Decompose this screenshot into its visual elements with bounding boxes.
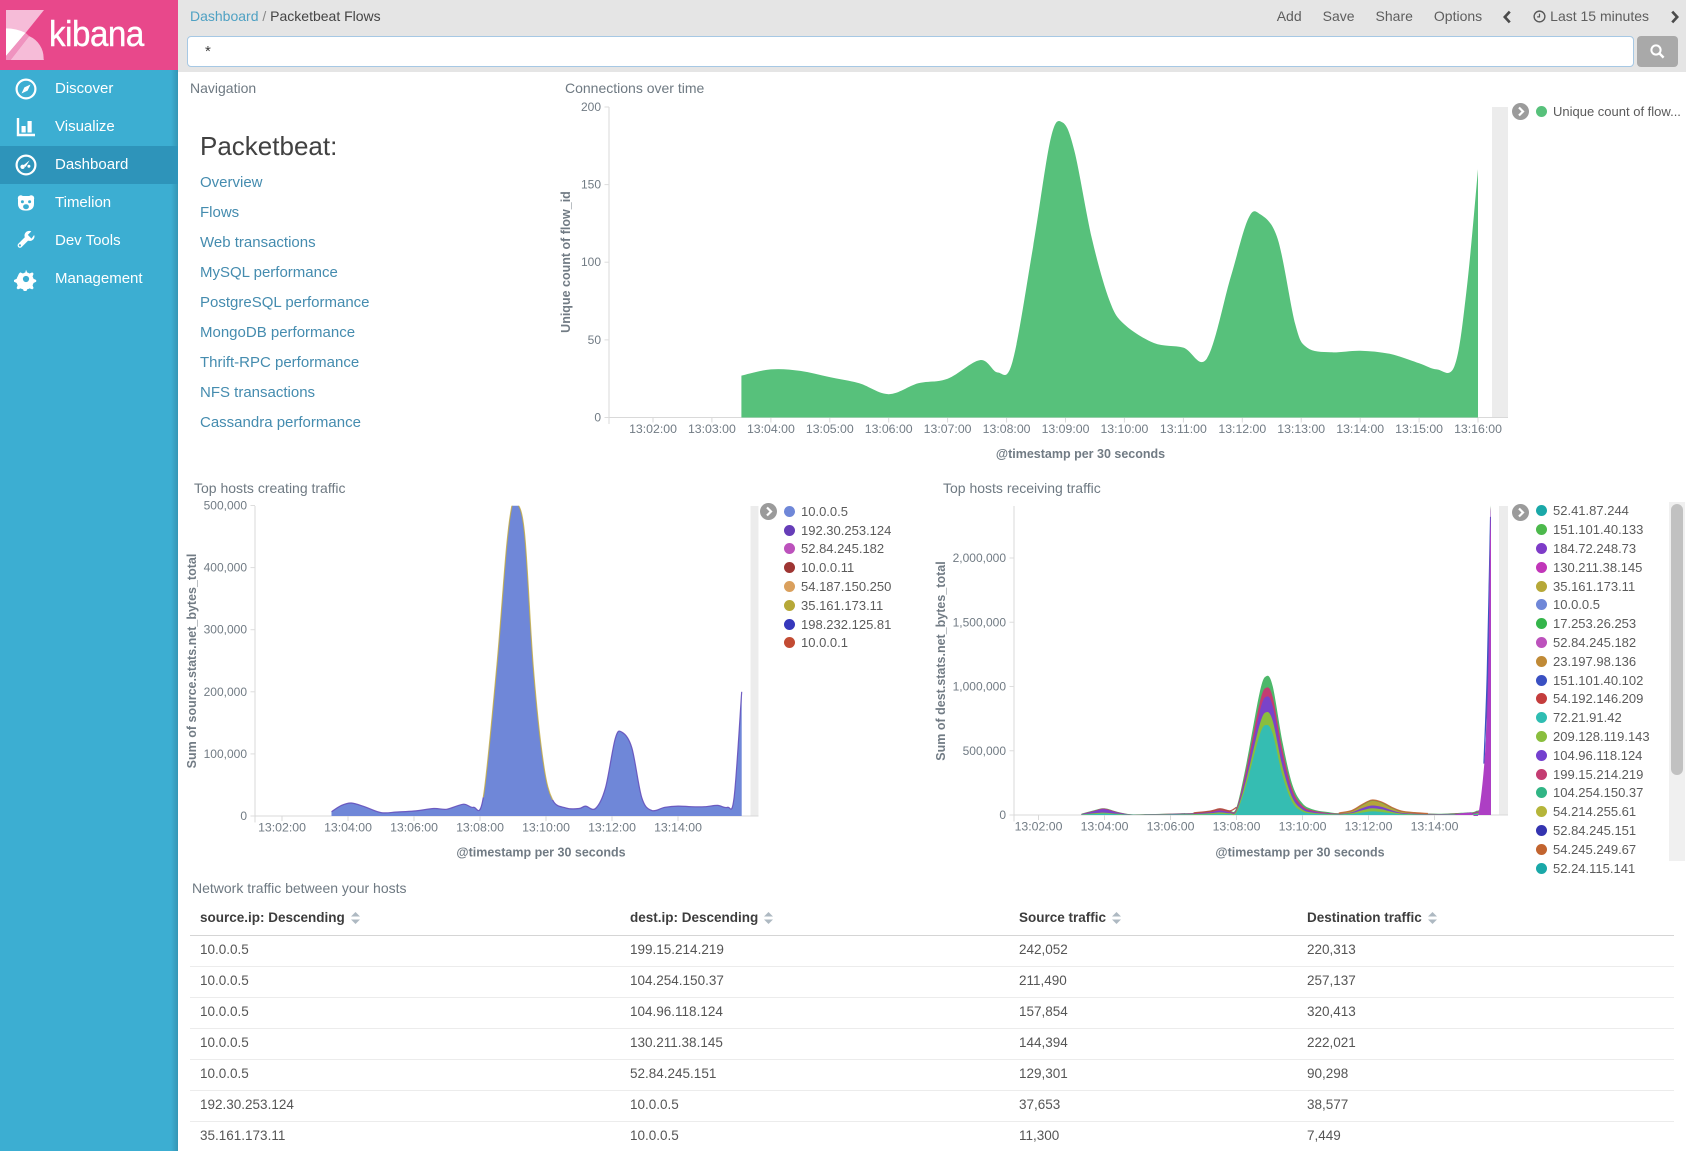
svg-text:Sum of dest.stats.net_bytes_to: Sum of dest.stats.net_bytes_total <box>934 561 948 760</box>
svg-text:13:14:00: 13:14:00 <box>1411 820 1459 834</box>
svg-text:Unique count of flow_id: Unique count of flow_id <box>559 191 573 333</box>
svg-text:13:04:00: 13:04:00 <box>747 422 795 436</box>
svg-text:@timestamp per 30 seconds: @timestamp per 30 seconds <box>456 846 625 860</box>
svg-text:1,000,000: 1,000,000 <box>953 680 1007 694</box>
svg-text:100: 100 <box>581 255 601 269</box>
svg-text:400,000: 400,000 <box>204 561 248 575</box>
svg-text:13:09:00: 13:09:00 <box>1042 422 1090 436</box>
svg-text:13:10:00: 13:10:00 <box>522 821 570 835</box>
svg-text:13:10:00: 13:10:00 <box>1100 422 1148 436</box>
svg-text:13:02:00: 13:02:00 <box>1015 820 1063 834</box>
svg-text:13:08:00: 13:08:00 <box>456 821 504 835</box>
svg-text:13:12:00: 13:12:00 <box>1345 820 1393 834</box>
svg-text:13:06:00: 13:06:00 <box>865 422 913 436</box>
svg-text:50: 50 <box>588 333 602 347</box>
svg-text:13:11:00: 13:11:00 <box>1160 422 1207 436</box>
svg-text:200: 200 <box>581 100 601 114</box>
svg-text:500,000: 500,000 <box>963 744 1007 758</box>
svg-text:0: 0 <box>240 809 247 823</box>
svg-text:500,000: 500,000 <box>204 499 248 513</box>
svg-text:13:07:00: 13:07:00 <box>924 422 972 436</box>
svg-text:13:14:00: 13:14:00 <box>1336 422 1384 436</box>
svg-text:@timestamp per 30 seconds: @timestamp per 30 seconds <box>996 447 1165 461</box>
svg-text:2,000,000: 2,000,000 <box>953 551 1007 565</box>
svg-text:13:05:00: 13:05:00 <box>806 422 854 436</box>
svg-text:13:12:00: 13:12:00 <box>1218 422 1266 436</box>
svg-text:13:10:00: 13:10:00 <box>1279 820 1327 834</box>
svg-text:13:12:00: 13:12:00 <box>588 821 636 835</box>
svg-text:13:08:00: 13:08:00 <box>983 422 1031 436</box>
svg-text:13:16:00: 13:16:00 <box>1454 422 1502 436</box>
svg-text:Sum of source.stats.net_bytes_: Sum of source.stats.net_bytes_total <box>185 554 199 769</box>
svg-text:13:15:00: 13:15:00 <box>1395 422 1443 436</box>
svg-text:300,000: 300,000 <box>204 623 248 637</box>
svg-text:13:13:00: 13:13:00 <box>1277 422 1325 436</box>
svg-text:200,000: 200,000 <box>204 685 248 699</box>
svg-text:13:06:00: 13:06:00 <box>1147 820 1195 834</box>
svg-text:13:02:00: 13:02:00 <box>258 821 306 835</box>
svg-text:13:14:00: 13:14:00 <box>654 821 702 835</box>
svg-text:13:04:00: 13:04:00 <box>324 821 372 835</box>
svg-text:13:08:00: 13:08:00 <box>1213 820 1261 834</box>
svg-text:13:04:00: 13:04:00 <box>1081 820 1129 834</box>
svg-text:1,500,000: 1,500,000 <box>953 615 1007 629</box>
svg-text:0: 0 <box>999 808 1006 822</box>
svg-text:100,000: 100,000 <box>204 747 248 761</box>
svg-text:150: 150 <box>581 178 601 192</box>
svg-text:@timestamp per 30 seconds: @timestamp per 30 seconds <box>1215 846 1384 860</box>
svg-text:13:02:00: 13:02:00 <box>629 422 677 436</box>
svg-text:0: 0 <box>594 411 601 425</box>
svg-text:13:03:00: 13:03:00 <box>688 422 736 436</box>
svg-text:13:06:00: 13:06:00 <box>390 821 438 835</box>
